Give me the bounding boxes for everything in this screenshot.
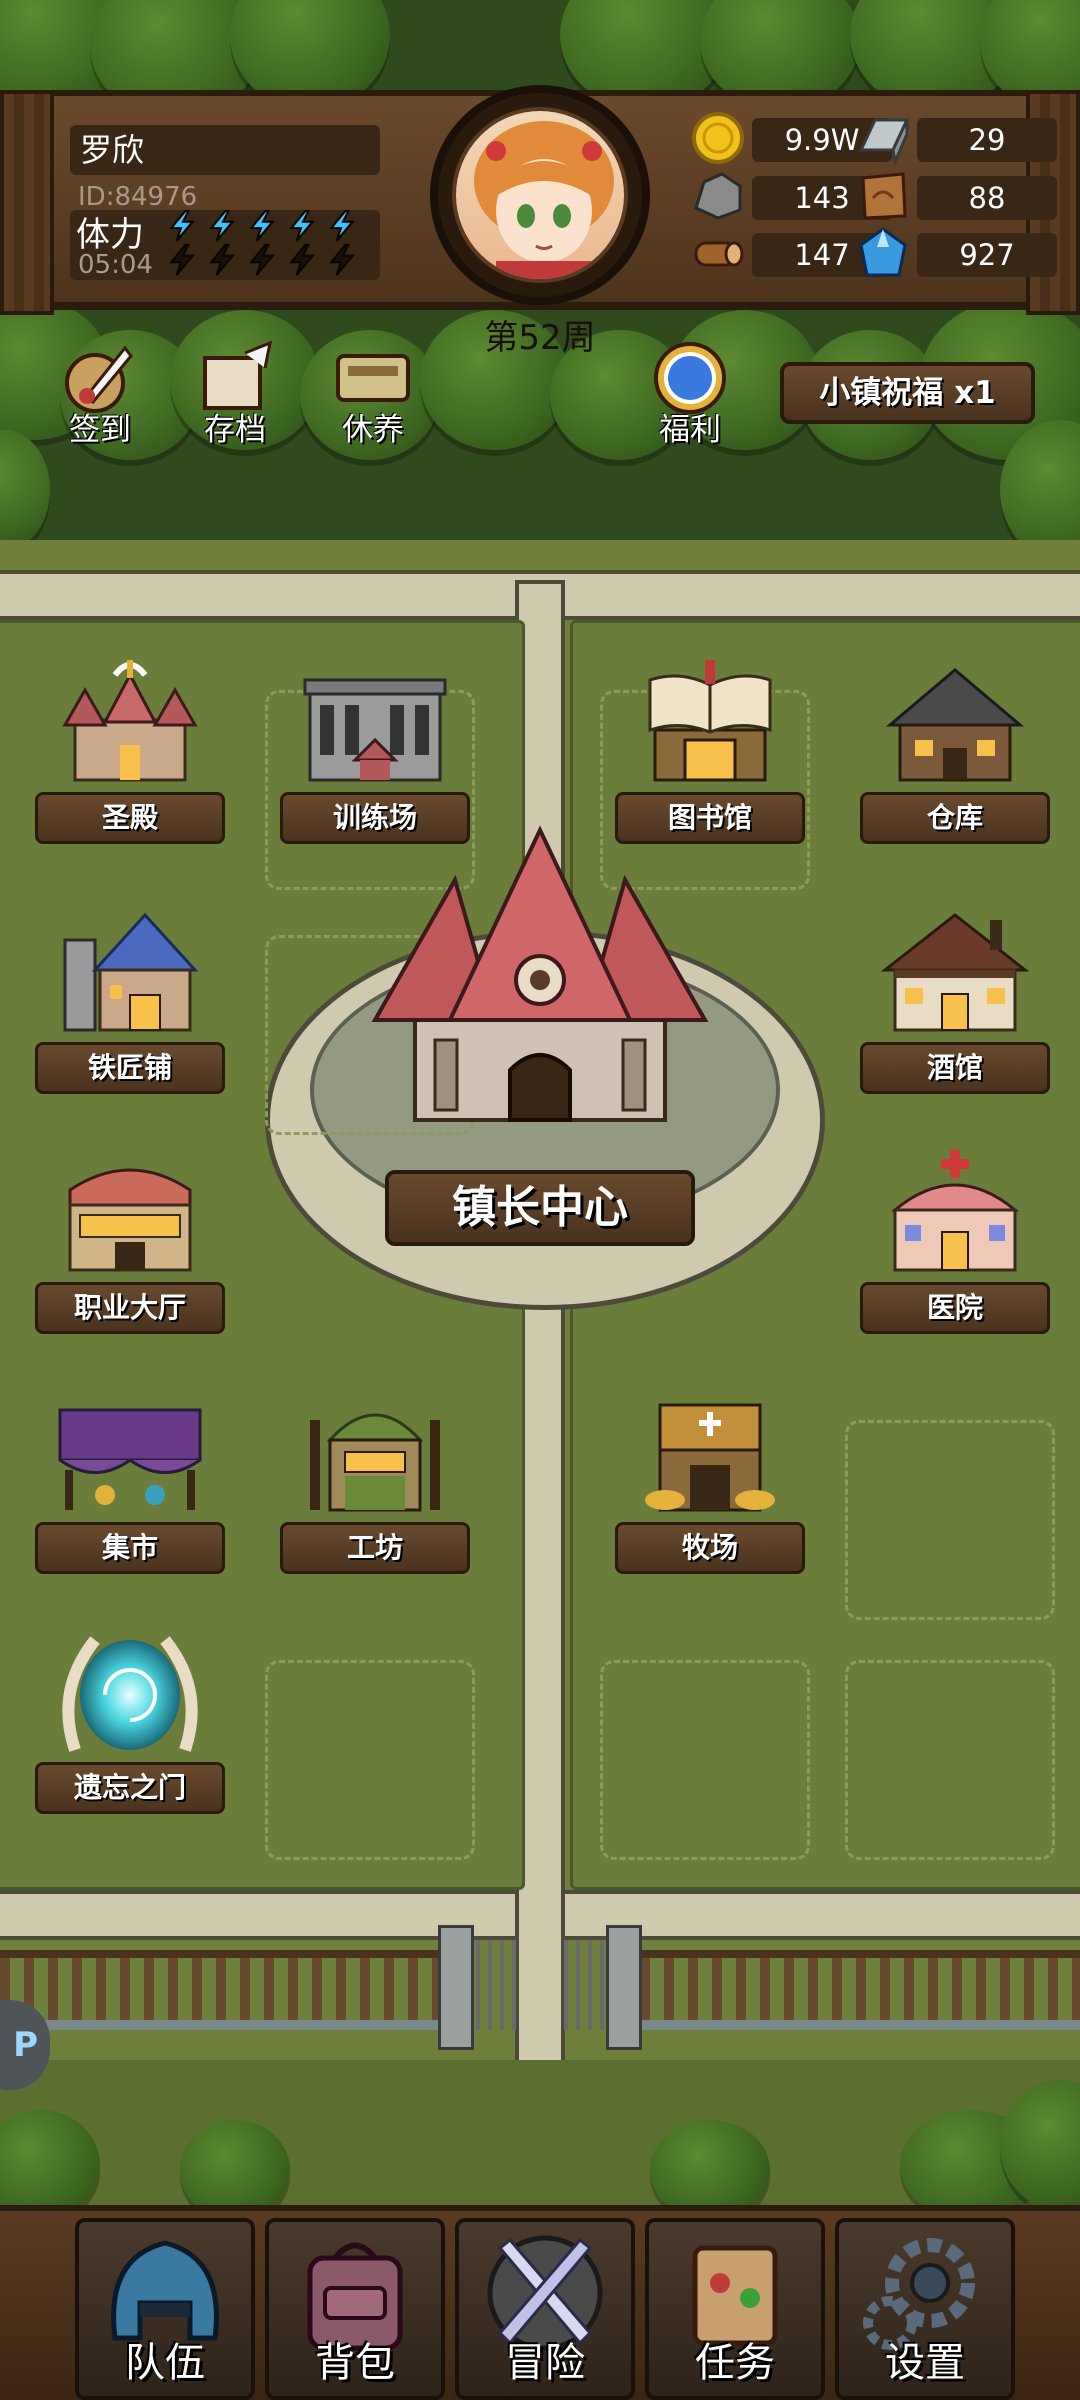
wood-log-icon — [694, 241, 744, 267]
leather-icon — [861, 172, 907, 220]
stamina-timer: 05:04 — [78, 250, 153, 280]
empty-plot[interactable] — [845, 1420, 1055, 1620]
lightning-icon — [209, 244, 235, 276]
nav-button[interactable]: 任务 — [645, 2218, 825, 2400]
town-hall-icon — [371, 825, 709, 1122]
forest-bottom — [0, 2060, 1080, 2220]
blacksmith-icon — [63, 912, 199, 1032]
building-blacksmith[interactable]: 铁匠铺 — [25, 900, 235, 1100]
building-label: 遗忘之门 — [35, 1762, 225, 1814]
quick-action-button[interactable]: 福利 — [635, 338, 745, 448]
quick-action-label: 存档 — [204, 412, 266, 448]
side-tab-label: P — [13, 2025, 38, 2065]
building-tavern[interactable]: 酒馆 — [850, 900, 1060, 1100]
building-label: 圣殿 — [35, 792, 225, 844]
fence-left — [0, 1950, 450, 2030]
building-market[interactable]: 集市 — [25, 1380, 235, 1580]
lightning-icon — [329, 244, 355, 276]
crystal-icon — [859, 227, 907, 277]
nav-button[interactable]: 队伍 — [75, 2218, 255, 2400]
building-holy-hall[interactable]: 圣殿 — [25, 650, 235, 850]
town-blessing-button[interactable]: 小镇祝福 x1 — [780, 362, 1035, 424]
town-scene: 圣殿 训练场 图书馆 仓库 铁匠铺 酒馆 镇长中心 职业大厅 医院 集市 工坊 … — [0, 0, 1080, 2400]
lightning-icon — [289, 210, 315, 242]
gate-pillar-right — [606, 1925, 642, 2050]
building-hospital[interactable]: 医院 — [850, 1140, 1060, 1340]
player-name-field: 罗欣 — [70, 125, 380, 175]
nav-label: 冒险 — [505, 2340, 585, 2386]
stone-icon — [694, 172, 742, 220]
empty-plot[interactable] — [265, 1660, 475, 1860]
gold-coin-icon — [692, 112, 744, 164]
building-workshop[interactable]: 工坊 — [270, 1380, 480, 1580]
nav-label: 任务 — [695, 2340, 775, 2386]
resource-value: 29 — [917, 118, 1057, 162]
town-hall-label: 镇长中心 — [385, 1170, 695, 1246]
building-label: 医院 — [860, 1282, 1050, 1334]
gate-door-right — [564, 1940, 604, 2030]
town-blessing-label: 小镇祝福 x1 — [819, 375, 996, 411]
ranch-icon — [645, 1403, 775, 1512]
building-warehouse[interactable]: 仓库 — [850, 650, 1060, 850]
lightning-icon — [289, 244, 315, 276]
portal-icon — [62, 1636, 198, 1752]
avatar-portrait-icon — [474, 121, 614, 279]
lightning-icon — [169, 244, 195, 276]
building-job-hall[interactable]: 职业大厅 — [25, 1140, 235, 1340]
job-hall-icon — [68, 1168, 192, 1272]
nav-label: 队伍 — [125, 2340, 205, 2386]
holy-hall-icon — [62, 660, 198, 782]
fence-right — [640, 1950, 1080, 2030]
market-icon — [58, 1408, 202, 1510]
empty-plot[interactable] — [845, 1660, 1055, 1860]
avatar[interactable] — [430, 85, 650, 305]
tavern-icon — [880, 913, 1030, 1032]
building-label: 工坊 — [280, 1522, 470, 1574]
quick-action-label: 福利 — [659, 412, 721, 448]
lightning-icon — [329, 210, 355, 242]
quick-action-button[interactable]: 休养 — [318, 338, 428, 448]
lightning-icon — [249, 210, 275, 242]
top-bar-post-left — [0, 90, 54, 315]
stamina-label: 体力 — [76, 215, 144, 255]
nav-button[interactable]: 背包 — [265, 2218, 445, 2400]
lightning-icon — [169, 210, 195, 242]
player-name: 罗欣 — [80, 131, 145, 169]
stamina-bolts — [165, 210, 375, 280]
resource-value: 88 — [917, 176, 1057, 220]
building-label: 集市 — [35, 1522, 225, 1574]
gate-door-left — [476, 1940, 516, 2030]
nav-button[interactable]: 设置 — [835, 2218, 1015, 2400]
iron-ingot-icon — [858, 118, 910, 166]
lightning-icon — [249, 244, 275, 276]
building-label: 仓库 — [860, 792, 1050, 844]
nav-button[interactable]: 冒险 — [455, 2218, 635, 2400]
library-icon — [648, 660, 772, 782]
week-counter: 第52周 — [484, 318, 596, 358]
nav-label: 设置 — [885, 2340, 965, 2386]
quick-action-label: 签到 — [69, 412, 131, 448]
quick-action-button[interactable]: 签到 — [45, 338, 155, 448]
building-forgotten-gate[interactable]: 遗忘之门 — [25, 1620, 235, 1820]
building-label: 铁匠铺 — [35, 1042, 225, 1094]
building-label: 职业大厅 — [35, 1282, 225, 1334]
nav-label: 背包 — [315, 2340, 395, 2386]
building-ranch[interactable]: 牧场 — [605, 1380, 815, 1580]
building-label: 牧场 — [615, 1522, 805, 1574]
building-town-hall[interactable]: 镇长中心 — [355, 820, 725, 1260]
workshop-icon — [310, 1413, 440, 1512]
lightning-icon — [209, 210, 235, 242]
building-label: 酒馆 — [860, 1042, 1050, 1094]
quick-action-label: 休养 — [342, 412, 404, 448]
training-ground-icon — [303, 678, 447, 782]
gate-pillar-left — [438, 1925, 474, 2050]
empty-plot[interactable] — [600, 1660, 810, 1860]
hospital-icon — [890, 1150, 1020, 1272]
warehouse-icon — [885, 668, 1025, 782]
quick-action-button[interactable]: 存档 — [180, 338, 290, 448]
resource-value: 927 — [917, 233, 1057, 277]
